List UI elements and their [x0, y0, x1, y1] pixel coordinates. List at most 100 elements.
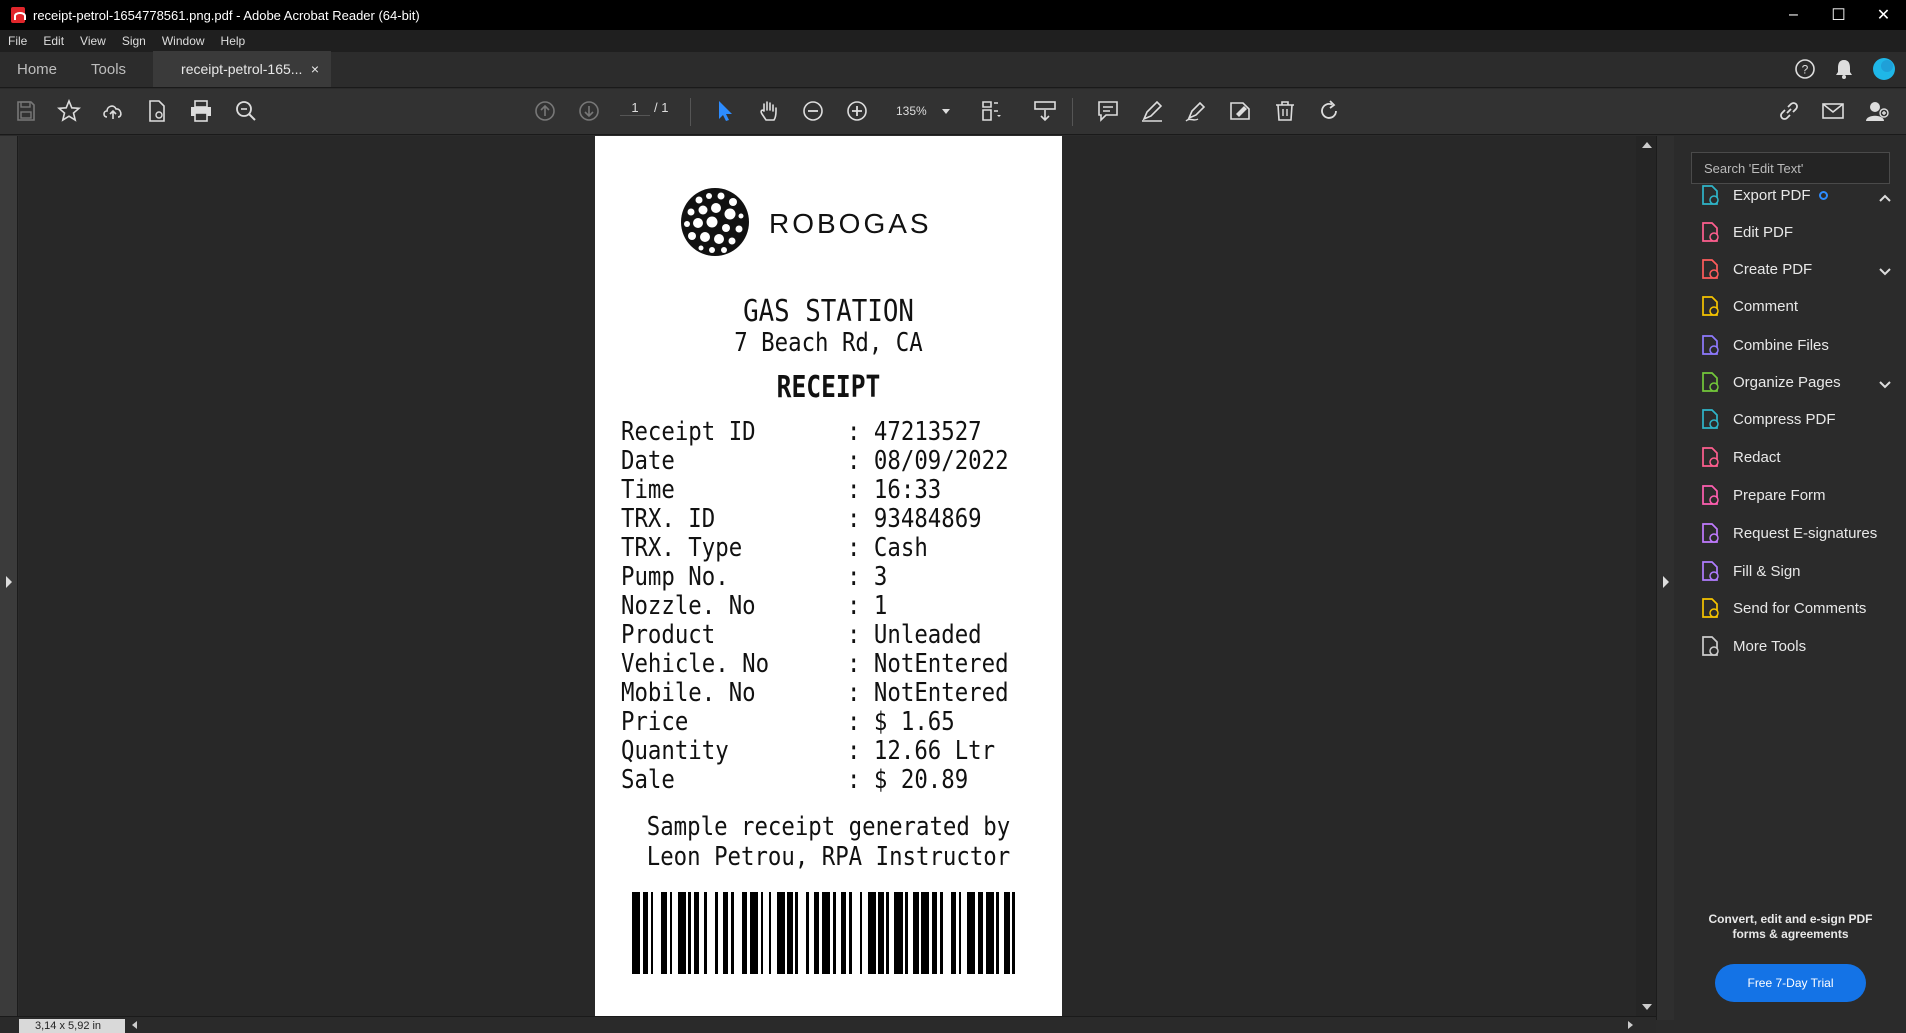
zoom-out-icon[interactable]: [798, 96, 828, 126]
document-properties-icon[interactable]: [142, 96, 172, 126]
row-key: TRX. Type: [621, 533, 743, 563]
tab-tools[interactable]: Tools: [74, 51, 143, 87]
next-page-icon[interactable]: [574, 96, 604, 126]
zoom-in-icon[interactable]: [842, 96, 872, 126]
tab-close-icon[interactable]: ×: [311, 61, 319, 77]
receipt-row: Date: 08/09/2022: [621, 447, 1041, 476]
page-display-icon[interactable]: [976, 96, 1006, 126]
free-trial-button[interactable]: Free 7-Day Trial: [1715, 964, 1866, 1002]
organize-pages-icon: [1699, 371, 1721, 393]
upload-cloud-icon[interactable]: [98, 96, 128, 126]
previous-page-icon[interactable]: [530, 96, 560, 126]
menu-view[interactable]: View: [72, 34, 114, 48]
tool-create-pdf[interactable]: Create PDF: [1699, 254, 1899, 284]
tool-edit-pdf[interactable]: Edit PDF: [1699, 217, 1899, 247]
menu-bar: File Edit View Sign Window Help: [0, 30, 1906, 52]
highlight-pen-icon[interactable]: [1137, 96, 1167, 126]
tab-home[interactable]: Home: [0, 51, 74, 87]
find-zoom-icon[interactable]: [231, 96, 261, 126]
receipt-footer-line1: Sample receipt generated by: [646, 812, 1011, 842]
rotate-icon[interactable]: [1314, 96, 1344, 126]
vertical-scrollbar[interactable]: [1636, 136, 1656, 1016]
add-user-icon[interactable]: [1862, 96, 1892, 126]
delete-trash-icon[interactable]: [1270, 96, 1300, 126]
scroll-mode-icon[interactable]: [1030, 96, 1060, 126]
receipt-row: Mobile. No: NotEntered: [621, 679, 1041, 708]
row-value: : Unleaded: [847, 620, 982, 650]
save-icon[interactable]: [11, 96, 41, 126]
draw-freeform-icon[interactable]: [1181, 96, 1211, 126]
menu-window[interactable]: Window: [154, 34, 213, 48]
receipt-address: 7 Beach Rd, CA: [734, 328, 923, 358]
chevron-down-icon[interactable]: [1879, 377, 1891, 389]
menu-help[interactable]: Help: [213, 34, 254, 48]
barcode-space: [942, 892, 951, 974]
barcode-space: [653, 892, 662, 974]
share-link-icon[interactable]: [1774, 96, 1804, 126]
close-window-button[interactable]: ✕: [1861, 0, 1906, 30]
tools-pane: Search 'Edit Text' Export PDF Edit PDF Cre…: [1675, 136, 1906, 1033]
receipt-brand-name: ROBOGAS: [769, 208, 932, 239]
zoom-level-value: 135%: [896, 104, 927, 118]
row-key: Receipt ID: [621, 417, 756, 447]
notifications-bell-icon[interactable]: [1834, 58, 1854, 80]
row-key: Date: [621, 446, 675, 476]
scroll-left-arrow-icon[interactable]: [132, 1021, 137, 1029]
acrobat-pdf-icon: [11, 7, 26, 23]
zoom-level-select[interactable]: 135%: [888, 100, 954, 122]
tool-more-tools[interactable]: More Tools: [1699, 631, 1899, 661]
tool-organize-pages[interactable]: Organize Pages: [1699, 367, 1899, 397]
promo-text: Convert, edit and e-sign PDF forms & agr…: [1708, 912, 1873, 941]
help-icon[interactable]: ?: [1794, 58, 1816, 80]
tool-export-pdf[interactable]: Export PDF: [1699, 180, 1899, 210]
tool-comment[interactable]: Comment: [1699, 291, 1899, 321]
barcode-space: [1014, 892, 1024, 974]
chevron-up-icon[interactable]: [1879, 190, 1891, 202]
receipt-footer-line2: Leon Petrou, RPA Instructor: [646, 842, 1011, 872]
hand-tool-icon[interactable]: [754, 96, 784, 126]
add-comment-icon[interactable]: [1093, 96, 1123, 126]
select-cursor-icon[interactable]: [710, 96, 740, 126]
tool-combine-files[interactable]: Combine Files: [1699, 330, 1899, 360]
maximize-button[interactable]: ☐: [1816, 0, 1861, 30]
menu-edit[interactable]: Edit: [35, 34, 72, 48]
tool-send-for-comments[interactable]: Send for Comments: [1699, 593, 1899, 623]
barcode-bar: [822, 892, 831, 974]
export-badge-icon: [1818, 190, 1828, 200]
email-icon[interactable]: [1818, 96, 1848, 126]
receipt-row: Sale: $ 20.89: [621, 766, 1041, 795]
row-key: Product: [621, 620, 716, 650]
tool-redact[interactable]: Redact: [1699, 442, 1899, 472]
pdf-page: ROBOGAS GAS STATION 7 Beach Rd, CA RECEI…: [595, 136, 1062, 1016]
row-value: : $ 20.89: [847, 765, 969, 795]
left-panel-toggle[interactable]: [0, 136, 18, 1020]
zoom-dropdown-chevron-icon: [942, 108, 950, 114]
tool-label: Export PDF: [1733, 186, 1811, 204]
page-number-input[interactable]: 1: [620, 100, 650, 116]
fill-sign-toolbar-icon[interactable]: [1225, 96, 1255, 126]
menu-sign[interactable]: Sign: [114, 34, 154, 48]
chevron-down-icon[interactable]: [1879, 264, 1891, 276]
toolbar-separator: [690, 98, 691, 126]
barcode-space: [733, 892, 742, 974]
right-panel-toggle[interactable]: [1656, 136, 1674, 1020]
tool-compress-pdf[interactable]: Compress PDF: [1699, 404, 1899, 434]
scroll-up-arrow-icon[interactable]: [1642, 142, 1652, 148]
tool-prepare-form[interactable]: Prepare Form: [1699, 480, 1899, 510]
tool-label: Redact: [1733, 448, 1781, 466]
tool-fill-sign[interactable]: Fill & Sign: [1699, 556, 1899, 586]
bookmark-star-icon[interactable]: [54, 96, 84, 126]
user-avatar-icon[interactable]: [1872, 57, 1896, 81]
tool-label: Fill & Sign: [1733, 562, 1801, 580]
tool-request-esignatures[interactable]: Request E-signatures: [1699, 518, 1899, 548]
tab-document[interactable]: receipt-petrol-165... ×: [153, 51, 332, 87]
minimize-button[interactable]: –: [1771, 0, 1816, 30]
request-esignatures-icon: [1699, 522, 1721, 544]
scroll-down-arrow-icon[interactable]: [1642, 1004, 1652, 1010]
scroll-right-arrow-icon[interactable]: [1628, 1021, 1633, 1029]
menu-file[interactable]: File: [0, 34, 35, 48]
export-pdf-icon: [1699, 184, 1721, 206]
row-key: TRX. ID: [621, 504, 716, 534]
tab-document-label: receipt-petrol-165...: [181, 61, 303, 77]
print-icon[interactable]: [186, 96, 216, 126]
